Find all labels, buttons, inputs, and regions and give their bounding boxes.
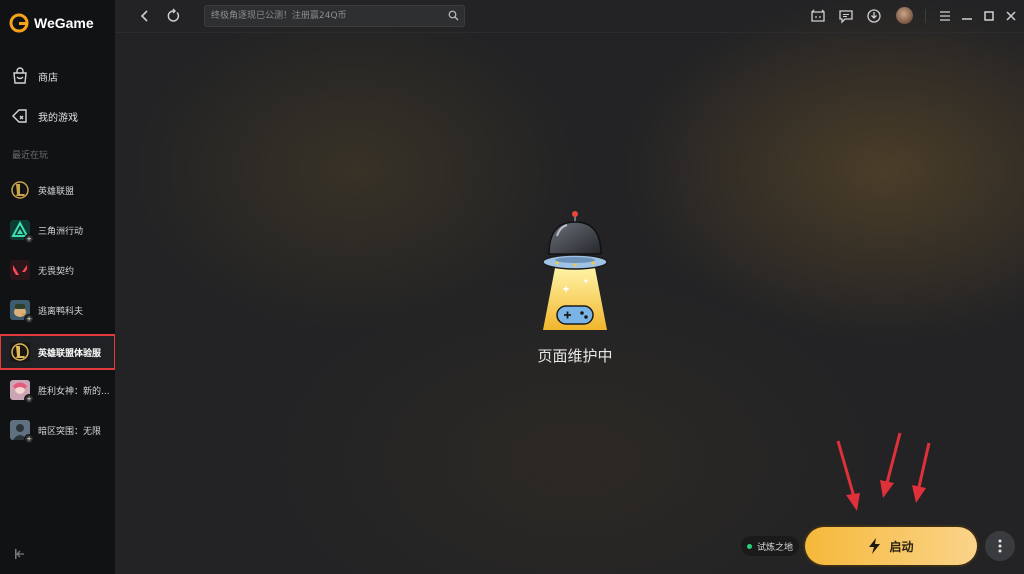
wegame-logo[interactable]: WeGame <box>9 12 94 34</box>
status-dot <box>746 543 752 549</box>
back-arrow-icon[interactable] <box>137 8 153 24</box>
recent-section-title: 最近在玩 <box>12 151 49 161</box>
close-icon[interactable] <box>1002 7 1020 25</box>
sidebar-item-label: 我的游戏 <box>38 112 78 124</box>
message-icon[interactable] <box>837 7 855 25</box>
ufo-maintenance-illustration <box>542 211 608 330</box>
game-label: 三角洲行动 <box>38 227 84 237</box>
game-label: 无畏契约 <box>38 267 75 277</box>
valorant-icon <box>10 260 30 280</box>
game-label: 英雄联盟 <box>38 187 75 197</box>
game-label: 胜利女神：新的... <box>38 387 110 397</box>
sidebar-item-label: 商店 <box>38 72 58 84</box>
lightning-icon <box>869 538 881 554</box>
server-zone-selector[interactable]: 试炼之地 <box>741 536 799 556</box>
annotation-arrows <box>836 432 931 511</box>
more-options-button[interactable] <box>985 531 1015 561</box>
launch-button[interactable]: 启动 <box>805 527 977 565</box>
league-logo-icon <box>10 342 30 362</box>
game-label: 英雄联盟体验服 <box>38 349 102 359</box>
main-content: 页面维护中 试炼之地 启动 <box>115 0 1024 574</box>
game-badge-icon: + <box>24 394 34 404</box>
game-badge-icon: + <box>24 314 34 324</box>
vertical-ellipsis-icon <box>998 539 1002 553</box>
menu-icon[interactable] <box>936 7 954 25</box>
search-input[interactable] <box>211 8 436 24</box>
game-badge-icon: + <box>24 434 34 444</box>
launch-label: 启动 <box>889 539 914 554</box>
sidebar-game-escape-from-duckov[interactable]: + 逃离鸭科夫 <box>0 295 115 325</box>
wegame-logo-icon <box>9 13 29 33</box>
zone-label: 试炼之地 <box>756 542 793 553</box>
download-icon[interactable] <box>865 7 883 25</box>
collapse-sidebar-icon[interactable] <box>14 548 26 560</box>
maintenance-message: 页面维护中 <box>537 347 613 365</box>
avatar[interactable] <box>896 7 913 24</box>
sidebar-item-my-games[interactable]: 我的游戏 <box>0 103 115 129</box>
shopping-bag-icon <box>13 67 27 84</box>
sidebar-game-delta-force[interactable]: + 三角洲行动 <box>0 215 115 245</box>
game-badge-icon: + <box>24 234 34 244</box>
refresh-icon[interactable] <box>165 8 181 24</box>
search-icon[interactable] <box>448 10 459 21</box>
logo-text: WeGame <box>34 15 94 31</box>
sidebar-game-nikke[interactable]: + 胜利女神：新的... <box>0 375 115 405</box>
topbar-divider <box>925 9 926 23</box>
controller-tag-icon <box>12 109 27 123</box>
league-logo-icon <box>10 180 30 200</box>
search-box[interactable] <box>204 5 465 27</box>
sidebar-game-league-of-legends[interactable]: 英雄联盟 <box>0 175 115 205</box>
sidebar-game-valorant[interactable]: 无畏契约 <box>0 255 115 285</box>
maximize-icon[interactable] <box>980 7 998 25</box>
minimize-icon[interactable] <box>958 7 976 25</box>
top-bar <box>115 0 1024 33</box>
game-label: 逃离鸭科夫 <box>38 307 84 317</box>
sidebar-game-lol-pbe[interactable]: 英雄联盟体验服 <box>0 334 116 370</box>
sidebar-game-arena-breakout[interactable]: + 暗区突围：无限 <box>0 415 115 445</box>
game-label: 暗区突围：无限 <box>38 427 102 437</box>
friends-chat-icon[interactable] <box>809 7 827 25</box>
sidebar-item-store[interactable]: 商店 <box>0 63 115 89</box>
sidebar: WeGame 商店 我的游戏 最近在玩 英雄联盟 + 三角洲行动 无畏契约 + … <box>0 0 116 574</box>
